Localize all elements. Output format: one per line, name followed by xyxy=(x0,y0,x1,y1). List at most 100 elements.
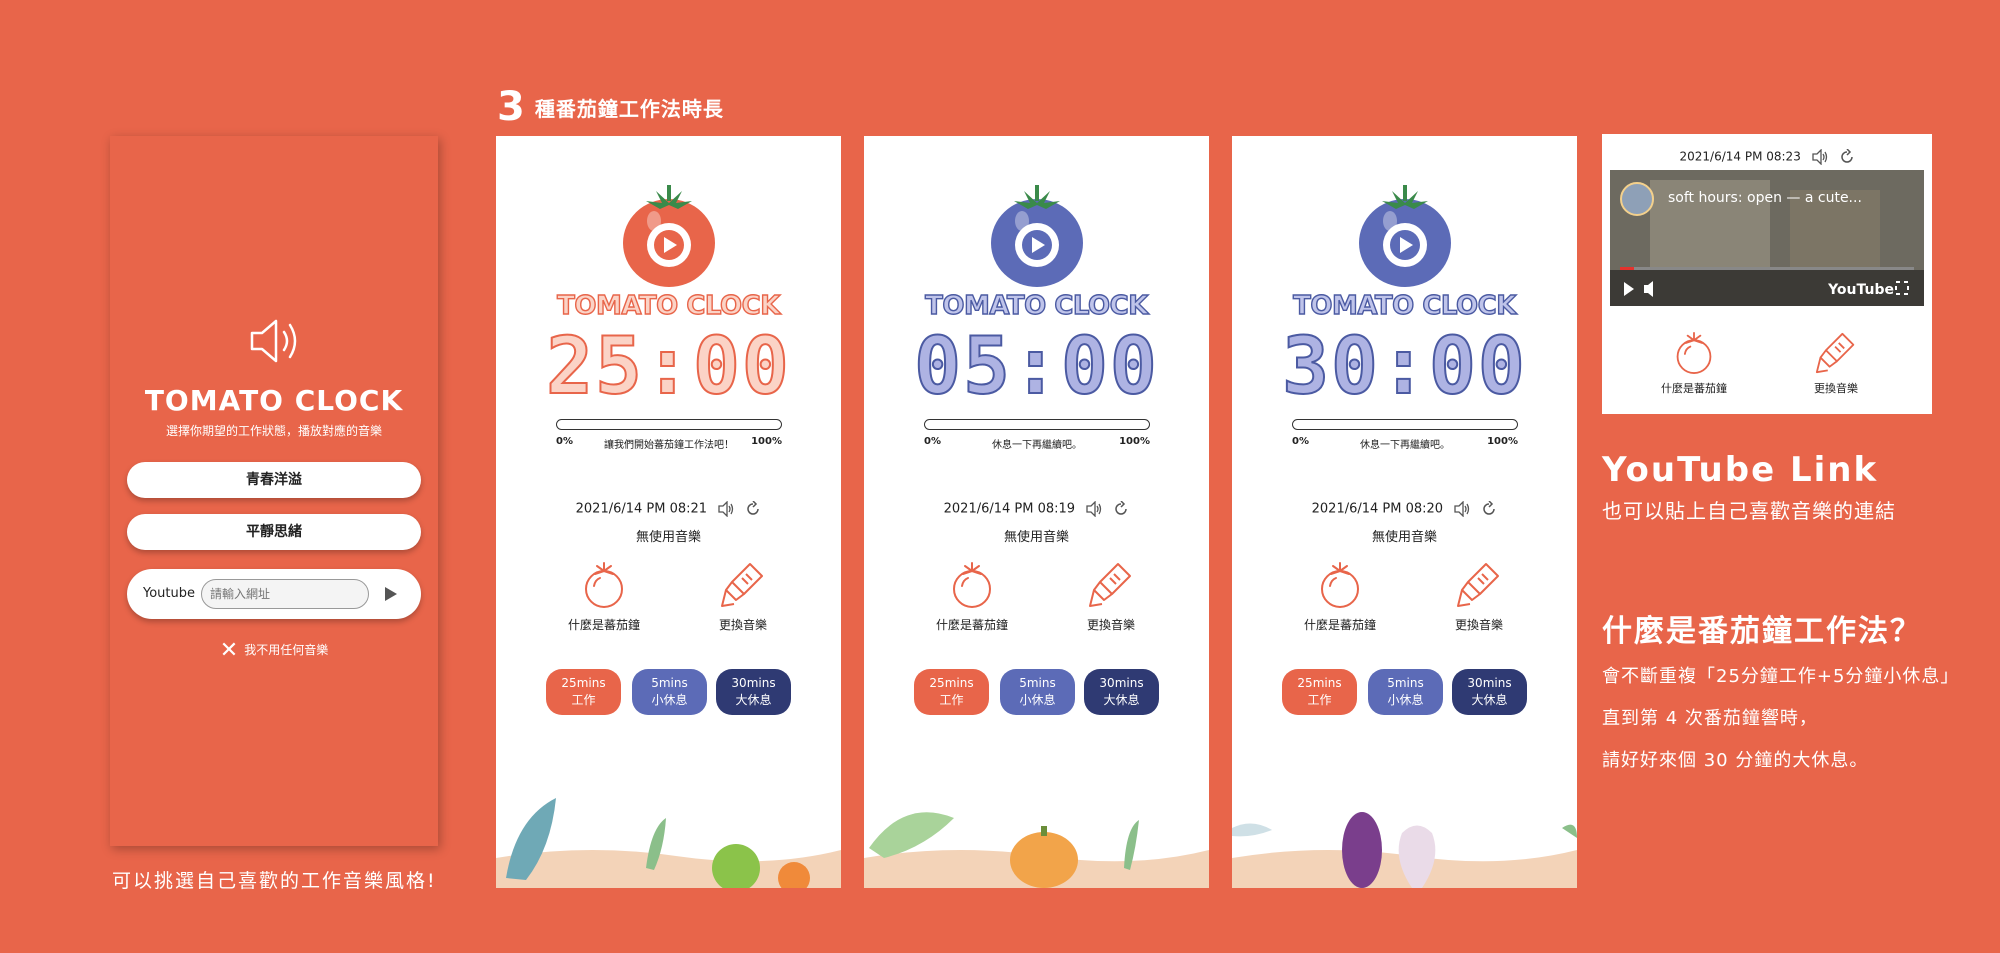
mode-long-break-button[interactable]: 30mins 大休息 xyxy=(1452,669,1527,715)
play-icon[interactable] xyxy=(385,587,397,601)
youtube-link-subheading: 也可以貼上自己喜歡音樂的連結 xyxy=(1602,499,1896,523)
youtube-video-embed[interactable]: soft hours: open — a cute... YouTube xyxy=(1610,170,1924,306)
datetime-text: 2021/6/14 PM 08:20 xyxy=(1311,501,1444,517)
progress-max: 100% xyxy=(751,436,782,447)
refresh-icon[interactable] xyxy=(745,500,761,517)
progress-bar xyxy=(924,419,1150,430)
pomodoro-description-line: 請好好來個 30 分鐘的大休息。 xyxy=(1602,750,1869,771)
clock-title: TOMATO CLOCK xyxy=(556,290,781,321)
no-music-label: 我不用任何音樂 xyxy=(244,643,329,657)
what-is-pomodoro-button[interactable]: 什麼是蕃茄鐘 xyxy=(1280,560,1400,633)
volume-icon[interactable] xyxy=(1453,500,1471,518)
progress-bar xyxy=(1292,419,1518,430)
mode-time: 25mins xyxy=(561,676,606,690)
mode-time: 30mins xyxy=(731,676,776,690)
refresh-icon[interactable] xyxy=(1113,500,1129,517)
video-title[interactable]: soft hours: open — a cute... xyxy=(1668,190,1862,206)
mode-label: 大休息 xyxy=(735,693,772,707)
mode-work-button[interactable]: 25mins 工作 xyxy=(914,669,989,715)
section-heading: 3 種番茄鐘工作法時長 xyxy=(497,84,724,130)
datetime-row: 2021/6/14 PM 08:19 xyxy=(864,500,1209,518)
mode-label: 大休息 xyxy=(1471,693,1508,707)
what-is-pomodoro-label: 什麼是蕃茄鐘 xyxy=(935,618,1008,632)
youtube-link-heading: YouTube Link xyxy=(1602,450,1879,490)
tomato-icon xyxy=(585,562,623,608)
close-icon: ✕ xyxy=(219,638,239,663)
menu-caption: 可以挑選自己喜歡的工作音樂風格! xyxy=(112,870,437,892)
volume-icon[interactable] xyxy=(1811,148,1829,166)
music-status: 無使用音樂 xyxy=(1371,530,1437,545)
pomodoro-description-line: 直到第 4 次番茄鐘響時， xyxy=(1602,708,1818,729)
progress-message: 讓我們開始蕃茄鐘工作法吧！ xyxy=(604,440,734,451)
youtube-logo[interactable]: YouTube xyxy=(1828,282,1894,298)
datetime-row: 2021/6/14 PM 08:23 xyxy=(1602,148,1932,166)
tomato-icon xyxy=(1676,332,1712,374)
refresh-icon[interactable] xyxy=(1839,148,1855,165)
change-music-button[interactable]: 更換音樂 xyxy=(1419,560,1539,633)
change-music-button[interactable]: 更換音樂 xyxy=(1051,560,1171,633)
change-music-button[interactable]: 更換音樂 xyxy=(683,560,803,633)
mode-label: 小休息 xyxy=(651,693,688,707)
mode-label: 大休息 xyxy=(1103,693,1140,707)
tomato-logo-icon[interactable] xyxy=(1352,181,1458,291)
progress-max: 100% xyxy=(1487,436,1518,447)
no-music-option[interactable]: ✕ 我不用任何音樂 xyxy=(110,638,438,663)
volume-icon[interactable] xyxy=(717,500,735,518)
mode-short-break-button[interactable]: 5mins 小休息 xyxy=(1368,669,1443,715)
timer-screen-long-break: TOMATO CLOCK 30:00 0% 休息一下再繼續吧。 100% 202… xyxy=(1232,136,1577,888)
mode-short-break-button[interactable]: 5mins 小休息 xyxy=(632,669,707,715)
timer-screen-short-break: TOMATO CLOCK 05:00 0% 休息一下再繼續吧。 100% 202… xyxy=(864,136,1209,888)
datetime-text: 2021/6/14 PM 08:23 xyxy=(1679,149,1801,164)
music-status: 無使用音樂 xyxy=(1003,530,1069,545)
mode-work-button[interactable]: 25mins 工作 xyxy=(546,669,621,715)
section-title: 種番茄鐘工作法時長 xyxy=(534,96,724,121)
ketchup-icon xyxy=(1815,332,1855,374)
mode-time: 30mins xyxy=(1467,676,1512,690)
datetime-row: 2021/6/14 PM 08:21 xyxy=(496,500,841,518)
mode-long-break-button[interactable]: 30mins 大休息 xyxy=(1084,669,1159,715)
mode-label: 工作 xyxy=(939,693,964,707)
datetime-text: 2021/6/14 PM 08:21 xyxy=(575,501,708,517)
youtube-url-row: Youtube xyxy=(127,569,421,619)
what-is-pomodoro-label: 什麼是蕃茄鐘 xyxy=(1303,618,1376,632)
refresh-icon[interactable] xyxy=(1481,500,1497,517)
mode-work-button[interactable]: 25mins 工作 xyxy=(1282,669,1357,715)
mode-label: 工作 xyxy=(571,693,596,707)
mode-long-break-button[interactable]: 30mins 大休息 xyxy=(716,669,791,715)
volume-icon[interactable] xyxy=(1085,500,1103,518)
mode-time: 25mins xyxy=(1297,676,1342,690)
change-music-label: 更換音樂 xyxy=(1086,618,1135,632)
countdown-timer: 30:00 xyxy=(1281,321,1527,413)
app-subtitle: 選擇你期望的工作狀態，播放對應的音樂 xyxy=(165,424,382,438)
mode-label: 小休息 xyxy=(1019,693,1056,707)
progress-max: 100% xyxy=(1119,436,1150,447)
channel-avatar[interactable] xyxy=(1620,182,1654,216)
datetime-text: 2021/6/14 PM 08:19 xyxy=(943,501,1076,517)
clock-title: TOMATO CLOCK xyxy=(1292,290,1517,321)
what-is-pomodoro-label: 什麼是蕃茄鐘 xyxy=(567,618,640,632)
speaker-icon[interactable] xyxy=(246,316,302,366)
change-music-label: 更換音樂 xyxy=(718,618,767,632)
mode-time: 30mins xyxy=(1099,676,1144,690)
change-music-button[interactable]: 更換音樂 xyxy=(1781,330,1891,396)
mode-time: 5mins xyxy=(1019,676,1056,690)
what-is-pomodoro-label: 什麼是蕃茄鐘 xyxy=(1661,382,1727,395)
youtube-player-card: 2021/6/14 PM 08:23 soft hours: open — a … xyxy=(1602,134,1932,414)
what-is-pomodoro-button[interactable]: 什麼是蕃茄鐘 xyxy=(912,560,1032,633)
clock-title: TOMATO CLOCK xyxy=(924,290,1149,321)
what-is-pomodoro-button[interactable]: 什麼是蕃茄鐘 xyxy=(1639,330,1749,396)
mode-label: 小休息 xyxy=(1387,693,1424,707)
youtube-url-input[interactable] xyxy=(201,579,369,609)
youtube-label: Youtube xyxy=(143,586,195,601)
music-menu-panel: TOMATO CLOCK 選擇你期望的工作狀態，播放對應的音樂 青春洋溢 平靜思… xyxy=(110,136,438,846)
music-status: 無使用音樂 xyxy=(635,530,701,545)
tomato-logo-icon[interactable] xyxy=(616,181,722,291)
music-option-calm[interactable]: 平靜思緒 xyxy=(127,514,421,550)
music-option-youthful[interactable]: 青春洋溢 xyxy=(127,462,421,498)
change-music-label: 更換音樂 xyxy=(1454,618,1503,632)
mode-time: 5mins xyxy=(1387,676,1424,690)
tomato-icon xyxy=(953,562,991,608)
what-is-pomodoro-button[interactable]: 什麼是蕃茄鐘 xyxy=(544,560,664,633)
tomato-logo-icon[interactable] xyxy=(984,181,1090,291)
mode-short-break-button[interactable]: 5mins 小休息 xyxy=(1000,669,1075,715)
